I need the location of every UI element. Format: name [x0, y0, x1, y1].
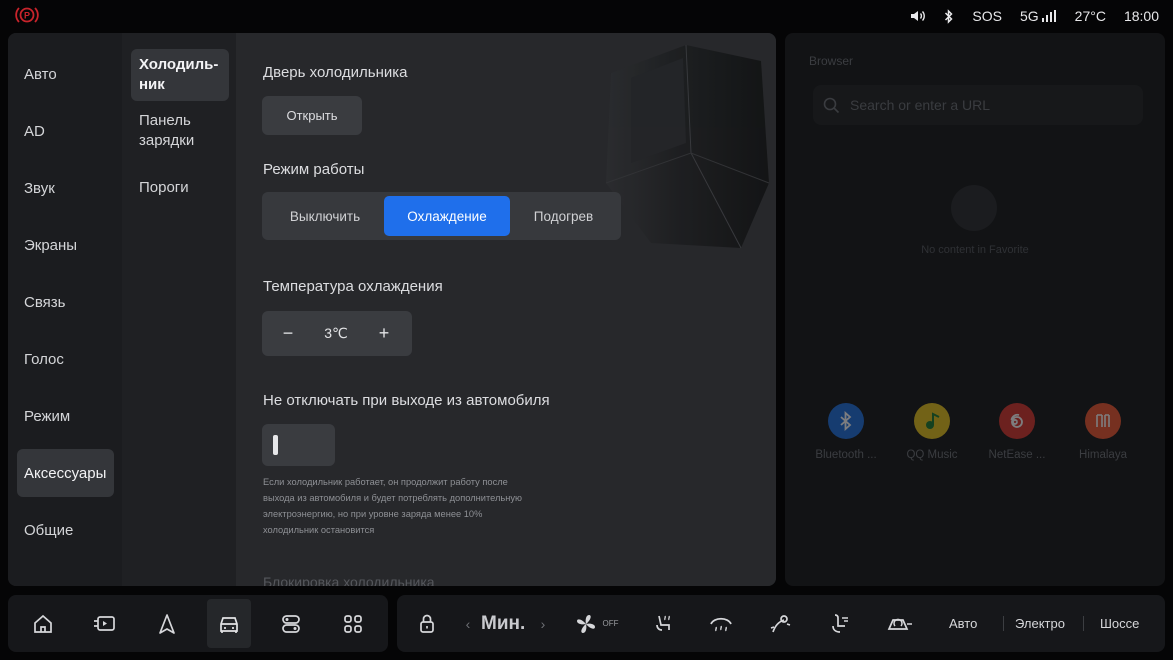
divider [1003, 616, 1004, 631]
svg-text:P: P [24, 11, 30, 21]
search-icon [823, 97, 840, 114]
app-bluetooth[interactable]: Bluetooth ... [806, 403, 886, 461]
subnav-item-charging-panel[interactable]: Панель зарядки [131, 105, 229, 157]
tablet-icon[interactable] [84, 595, 126, 652]
minus-icon[interactable]: − [270, 311, 306, 356]
url-search-input[interactable]: Search or enter a URL [813, 85, 1143, 125]
signal-icon [1041, 10, 1056, 22]
apps-grid-icon[interactable] [332, 595, 374, 652]
browser-panel: Browser Search or enter a URL No content… [785, 33, 1165, 586]
nav-item-ad[interactable]: AD [17, 107, 114, 155]
nav-item-auto[interactable]: Авто [17, 50, 114, 98]
himalaya-icon [1085, 403, 1121, 439]
chevron-right-icon[interactable]: › [536, 595, 550, 652]
sos-label[interactable]: SOS [972, 8, 1002, 24]
car-icon[interactable] [207, 599, 251, 648]
keep-on-toggle[interactable] [262, 424, 335, 466]
plus-icon[interactable]: + [366, 311, 402, 356]
navigation-icon[interactable] [146, 595, 188, 652]
clock: 18:00 [1123, 8, 1159, 24]
divider [1083, 616, 1084, 631]
dock-navigation [8, 595, 388, 652]
fan-icon[interactable]: OFF [571, 595, 621, 652]
temp-label: Температура охлаждения [263, 278, 443, 295]
lock-icon[interactable] [411, 595, 443, 652]
mode-label: Режим работы [263, 161, 365, 178]
music-note-icon [914, 403, 950, 439]
nav-item-sound[interactable]: Звук [17, 164, 114, 212]
nav-item-general[interactable]: Общие [17, 506, 114, 554]
app-himalaya[interactable]: Himalaya [1063, 403, 1143, 461]
status-bar: P SOS 5G 27°C 18:00 [0, 0, 1173, 32]
bluetooth-icon[interactable] [944, 8, 954, 24]
fridge-settings: Дверь холодильника Открыть Режим работы … [236, 33, 776, 586]
mode-cooling-option[interactable]: Охлаждение [384, 196, 510, 236]
keep-on-label: Не отключать при выходе из автомобиля [263, 392, 550, 409]
subnav-item-thresholds[interactable]: Пороги [131, 172, 229, 204]
door-label: Дверь холодильника [263, 64, 408, 81]
front-defrost-icon[interactable] [703, 595, 739, 652]
nav-item-screens[interactable]: Экраны [17, 221, 114, 269]
settings-panel: Авто AD Звук Экраны Связь Голос Режим Ак… [8, 33, 776, 586]
mode-auto-button[interactable]: Авто [949, 595, 977, 652]
nav-item-accessories[interactable]: Аксессуары [17, 449, 114, 497]
app-qq-music[interactable]: QQ Music [892, 403, 972, 461]
secondary-nav: Холодиль- ник Панель зарядки Пороги [122, 33, 236, 586]
volume-icon[interactable] [910, 9, 926, 23]
nav-item-voice[interactable]: Голос [17, 335, 114, 383]
mode-heating-option[interactable]: Подогрев [510, 196, 617, 236]
bluetooth-icon [828, 403, 864, 439]
empty-favorites-text: No content in Favorite [921, 244, 1029, 256]
temperature-stepper: − 3℃ + [262, 311, 412, 356]
mode-selector: Выключить Охлаждение Подогрев [262, 192, 621, 240]
wind-direction-icon[interactable] [762, 595, 798, 652]
temperature: 27°C [1074, 8, 1106, 24]
mode-electric-button[interactable]: Электро [1015, 595, 1065, 652]
mode-off-option[interactable]: Выключить [266, 196, 384, 236]
mode-highway-button[interactable]: Шоссе [1100, 595, 1139, 652]
primary-nav: Авто AD Звук Экраны Связь Голос Режим Ак… [8, 33, 122, 586]
lock-label: Блокировка холодильника [263, 574, 435, 586]
chevron-left-icon[interactable]: ‹ [461, 595, 475, 652]
open-door-button[interactable]: Открыть [262, 96, 362, 135]
parking-brake-icon: P [15, 7, 39, 23]
nav-item-connection[interactable]: Связь [17, 278, 114, 326]
fan-state: OFF [602, 619, 619, 628]
search-placeholder: Search or enter a URL [850, 97, 991, 113]
app-netease[interactable]: NetEase ... [977, 403, 1057, 461]
temperature-value: 3℃ [324, 325, 348, 341]
fan-level: Мин. [481, 612, 526, 634]
browser-title: Browser [809, 54, 854, 68]
seat-heat-icon[interactable] [645, 595, 681, 652]
home-icon[interactable] [22, 595, 64, 652]
keep-on-hint: Если холодильник работает, он продолжит … [263, 477, 522, 535]
toggle-knob [273, 435, 278, 455]
netease-icon [999, 403, 1035, 439]
empty-favorites-icon [951, 185, 997, 231]
dock-climate: ‹ Мин. › OFF Авто Электро Шоссе [397, 595, 1165, 652]
controls-icon[interactable] [270, 595, 312, 652]
network-label: 5G [1019, 8, 1039, 24]
recirculation-icon[interactable] [881, 595, 917, 652]
nav-item-mode[interactable]: Режим [17, 392, 114, 440]
subnav-item-fridge[interactable]: Холодиль- ник [131, 49, 229, 101]
footwell-air-icon[interactable] [821, 595, 857, 652]
network-indicator: 5G [1020, 8, 1057, 24]
